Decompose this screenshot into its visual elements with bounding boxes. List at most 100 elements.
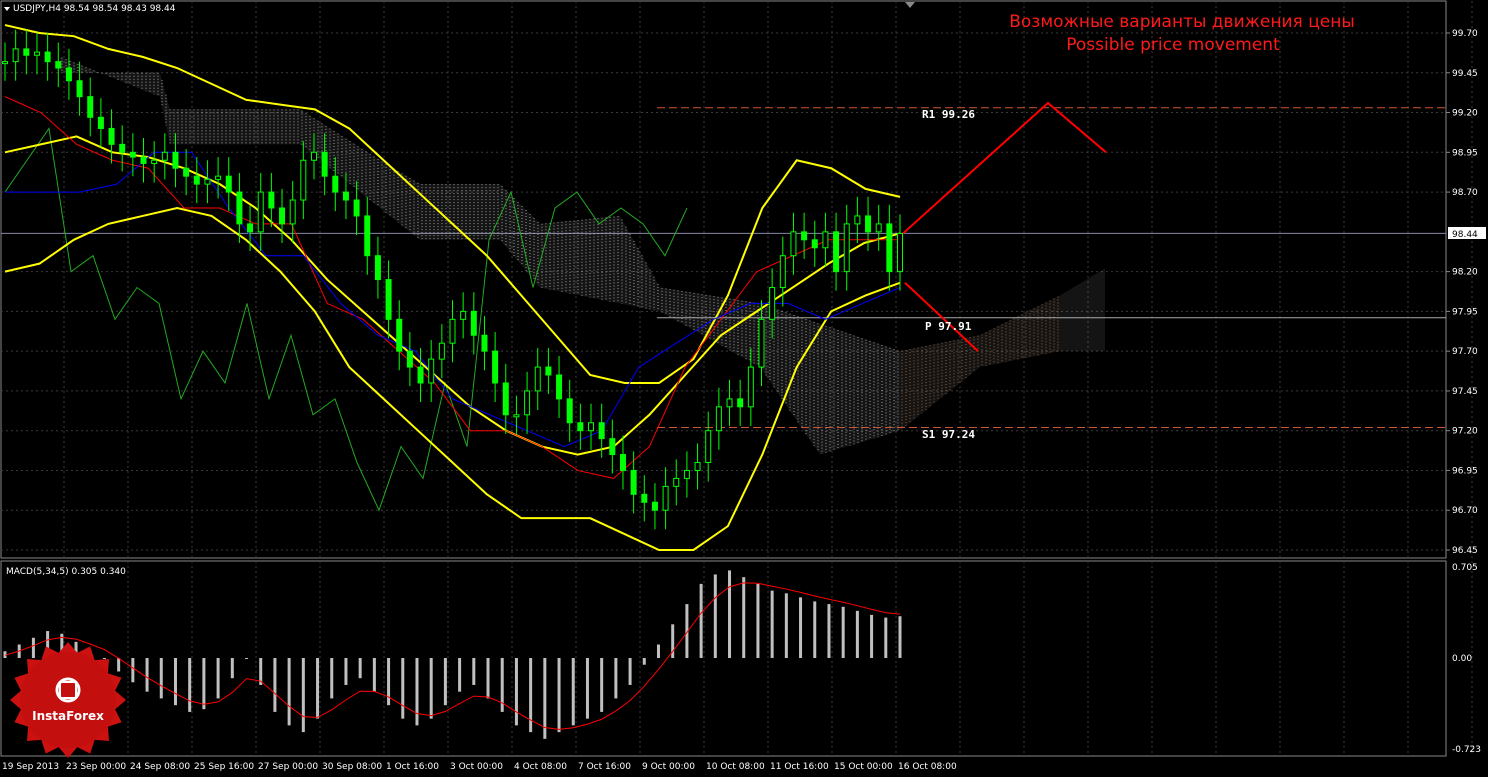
candle-body <box>108 127 115 145</box>
time-label: 15 Oct 00:00 <box>834 762 893 772</box>
macd-axis-label: -0.723 <box>1452 745 1481 755</box>
candle-body <box>364 215 371 257</box>
candle-body <box>183 167 190 177</box>
time-label: 4 Oct 08:00 <box>514 762 567 772</box>
candle-body <box>619 454 626 471</box>
candle-body <box>641 493 648 503</box>
candle-body <box>225 175 232 193</box>
candle-body <box>662 485 669 511</box>
candle-body <box>374 255 381 281</box>
macd-axis-label: 0.705 <box>1452 563 1478 573</box>
candle-body <box>833 231 840 273</box>
macd-bar <box>742 577 746 658</box>
price-tick-label: 98.70 <box>1452 188 1478 198</box>
candle-body <box>279 207 286 225</box>
price-tick-label: 98.95 <box>1452 148 1478 158</box>
price-tick-label: 97.20 <box>1452 427 1478 437</box>
macd-bar <box>316 658 320 719</box>
candle-body <box>534 366 541 392</box>
candle-body <box>545 366 552 376</box>
candle-body <box>257 191 264 233</box>
price-tick-label: 99.45 <box>1452 69 1478 79</box>
macd-bar <box>287 658 291 726</box>
macd-bar <box>855 610 859 658</box>
macd-bar <box>614 658 618 699</box>
macd-bar <box>344 658 348 685</box>
time-label: 7 Oct 16:00 <box>578 762 631 772</box>
candle-body <box>342 191 349 201</box>
macd-bar <box>770 590 774 658</box>
logo-label: InstaForex <box>32 709 104 723</box>
macd-bar <box>31 637 35 658</box>
macd-bar <box>102 658 106 659</box>
candle-body <box>694 462 701 471</box>
time-label: 19 Sep 2013 <box>2 762 59 772</box>
candle-body <box>651 501 658 511</box>
candle-body <box>76 80 83 98</box>
macd-bar <box>600 658 604 712</box>
annotation-ru: Возможные варианты движения цены <box>1009 12 1355 32</box>
candle-body <box>460 310 467 320</box>
macd-bar <box>699 583 703 658</box>
candle-body <box>140 156 147 164</box>
macd-bar <box>230 658 234 679</box>
macd-bar <box>188 658 192 712</box>
candle-body <box>481 334 488 352</box>
macd-bar <box>443 658 447 706</box>
candle-body <box>886 223 893 273</box>
macd-bar <box>784 593 788 658</box>
candle-body <box>588 422 595 432</box>
macd-bar <box>713 574 717 658</box>
time-label: 1 Oct 16:00 <box>386 762 439 772</box>
macd-bar <box>898 616 902 658</box>
candle-body <box>449 318 456 344</box>
candle-body <box>268 191 275 209</box>
candle-body <box>566 398 573 424</box>
macd-bar <box>202 658 206 710</box>
macd-bar <box>173 658 177 706</box>
candle-body <box>492 350 499 384</box>
candle-body <box>310 151 317 161</box>
macd-bar <box>827 604 831 658</box>
candle-body <box>556 374 563 400</box>
candle-body <box>332 175 339 193</box>
candle-body <box>247 223 254 233</box>
macd-bar <box>486 658 490 699</box>
time-label: 23 Sep 00:00 <box>66 762 126 772</box>
macd-bar <box>458 658 462 692</box>
candle-body <box>438 342 445 360</box>
candle-body <box>811 239 818 249</box>
macd-bar <box>358 658 362 679</box>
candle-body <box>769 287 776 320</box>
pivot-label: P 97.91 <box>925 320 972 333</box>
macd-bar <box>415 658 419 726</box>
macd-bar <box>216 658 220 699</box>
time-label: 9 Oct 00:00 <box>642 762 695 772</box>
candle-body <box>289 199 296 225</box>
price-tick-label: 99.70 <box>1452 29 1478 39</box>
price-tick-label: 99.20 <box>1452 109 1478 119</box>
macd-bar <box>301 658 305 733</box>
candle-body <box>897 232 903 273</box>
candle-body <box>673 477 680 487</box>
candle-body <box>779 255 786 289</box>
candle-body <box>747 366 754 408</box>
candle-body <box>65 67 72 82</box>
candle-body <box>577 422 584 432</box>
macd-bar <box>330 658 334 699</box>
candle-body <box>513 414 520 418</box>
candle-body <box>321 151 328 177</box>
candle-body <box>55 61 62 69</box>
macd-bar <box>514 658 518 726</box>
candle-body <box>300 159 307 201</box>
candle-body <box>406 350 413 368</box>
candle-body <box>172 151 179 169</box>
macd-bar <box>642 658 646 665</box>
candle-body <box>151 159 158 164</box>
macd-bar <box>245 658 249 659</box>
time-label: 27 Sep 00:00 <box>258 762 318 772</box>
candle-body <box>630 469 637 495</box>
macd-bar <box>756 583 760 658</box>
time-label: 10 Oct 08:00 <box>706 762 765 772</box>
candle-body <box>502 382 509 416</box>
